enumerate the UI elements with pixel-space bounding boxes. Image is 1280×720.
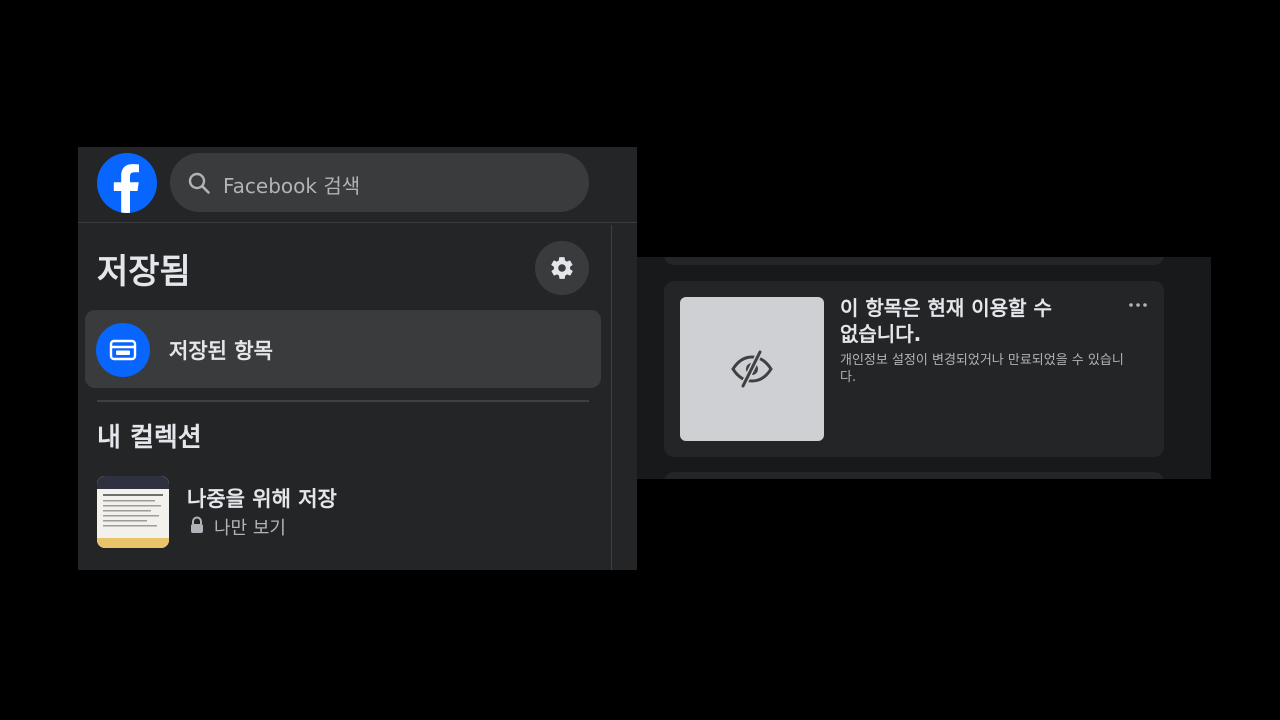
settings-button[interactable]: [535, 241, 589, 295]
collection-thumbnail: [97, 476, 169, 548]
section-divider: [97, 400, 589, 402]
search-input[interactable]: Facebook 검색: [223, 170, 360, 199]
collection-name: 나중을 위해 저장: [187, 487, 337, 511]
collection-privacy: 나만 보기: [214, 518, 286, 539]
sidebar-item-label: 저장된 항목: [169, 339, 273, 363]
lock-icon: [191, 516, 203, 533]
more-icon: [1129, 303, 1147, 307]
saved-sidebar-panel: Facebook 검색 저장됨 저장된 항목 내 컬렉션 나중을 위해 저장 나…: [78, 147, 637, 570]
gear-icon: [551, 257, 573, 279]
search-icon: [188, 172, 210, 194]
sidebar-item-saved-items[interactable]: 저장된 항목: [85, 310, 601, 388]
item-title[interactable]: 이 항목은 현재 이용할 수 없습니다.: [840, 295, 1120, 347]
next-item-card: [664, 472, 1164, 479]
more-options-button[interactable]: [1126, 293, 1150, 317]
search-bar[interactable]: Facebook 검색: [170, 153, 589, 212]
facebook-logo[interactable]: [97, 153, 157, 213]
collections-heading: 내 컬렉션: [97, 423, 202, 453]
saved-item-card[interactable]: 이 항목은 현재 이용할 수 없습니다. 개인정보 설정이 변경되었거나 만료되…: [664, 281, 1164, 457]
saved-items-panel: 이 항목은 현재 이용할 수 없습니다. 개인정보 설정이 변경되었거나 만료되…: [637, 257, 1211, 479]
previous-item-card: [664, 257, 1164, 265]
item-thumbnail[interactable]: [680, 297, 824, 441]
collection-item[interactable]: 나중을 위해 저장 나만 보기: [97, 476, 587, 550]
saved-items-icon: [96, 323, 150, 377]
top-bar: Facebook 검색: [78, 147, 637, 223]
panel-divider: [611, 225, 612, 570]
eye-off-icon: [731, 350, 773, 388]
item-description: 개인정보 설정이 변경되었거나 만료되었을 수 있습니다.: [840, 353, 1124, 385]
page-title: 저장됨: [97, 252, 191, 292]
facebook-f-icon: [113, 164, 139, 213]
